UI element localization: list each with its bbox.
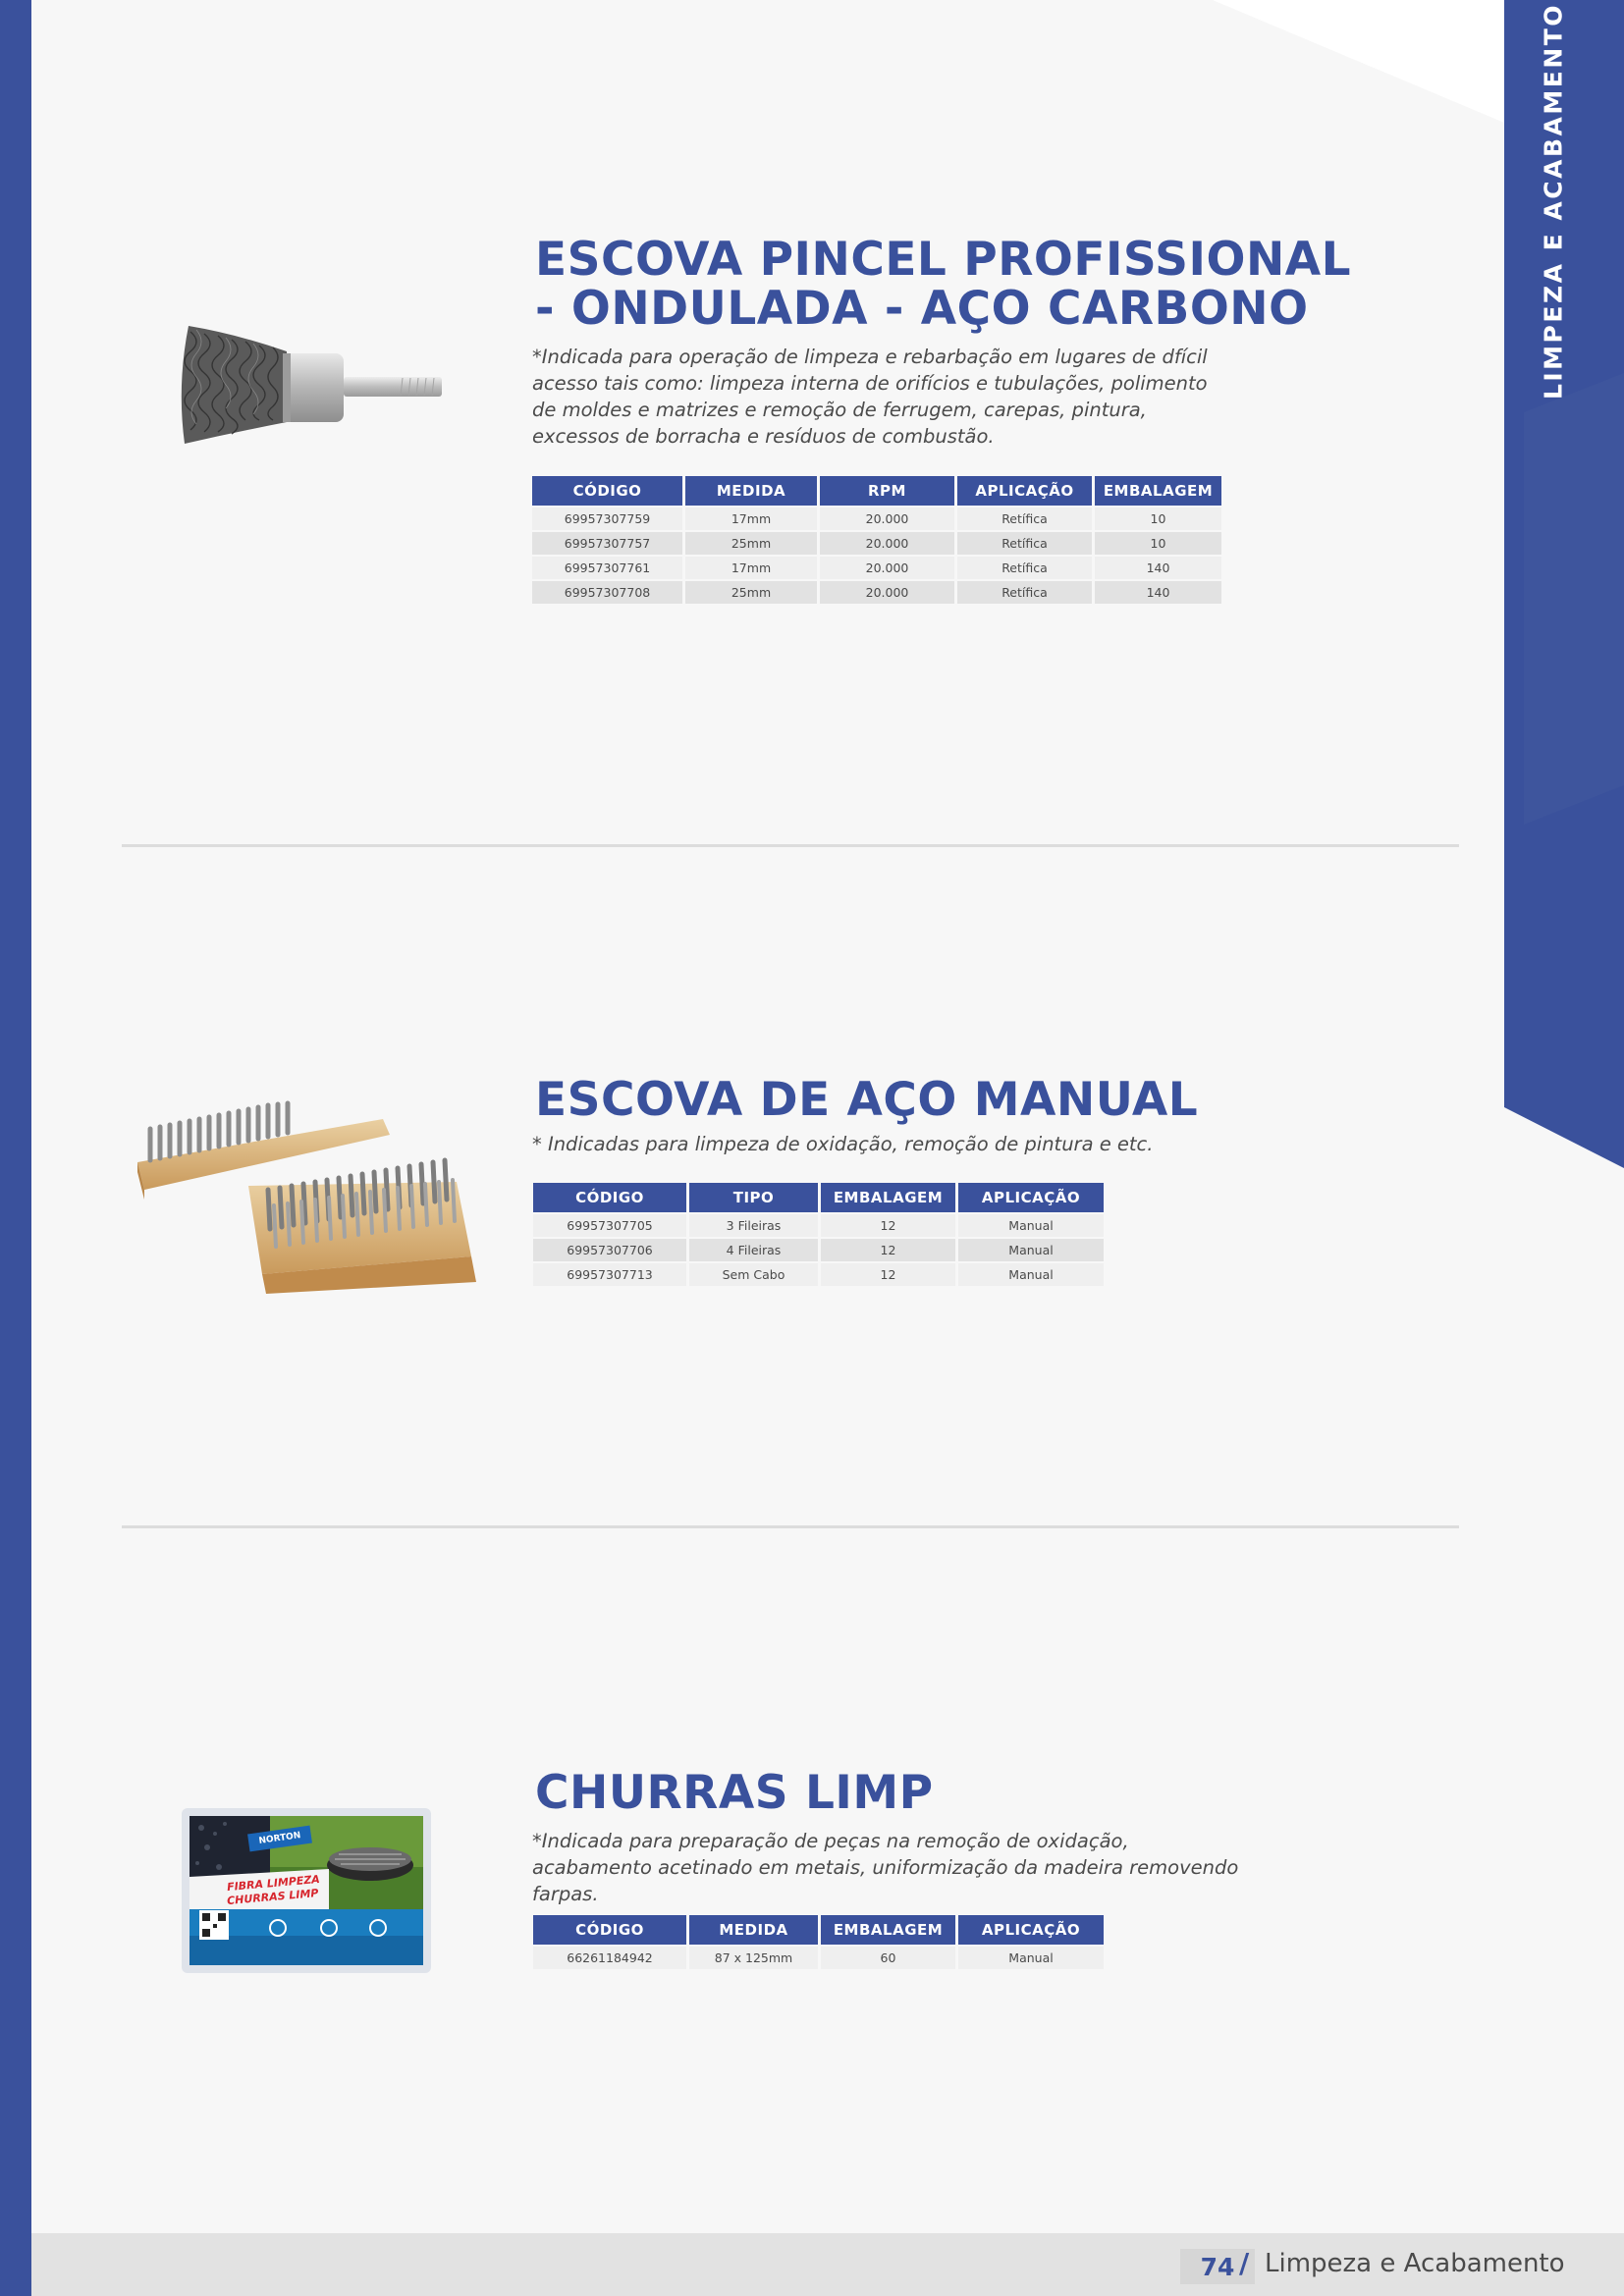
table-cell: Manual	[958, 1947, 1104, 1969]
table-row: 69957307706 4 Fileiras 12 Manual	[533, 1239, 1104, 1261]
table-cell: 3 Fileiras	[689, 1214, 818, 1237]
table-cell: Retífica	[957, 557, 1092, 579]
column-header: RPM	[820, 476, 954, 506]
table-cell: Manual	[958, 1239, 1104, 1261]
table-header-row: CÓDIGO MEDIDA RPM APLICAÇÃO EMBALAGEM	[532, 476, 1221, 506]
cleaning-pad-package-icon: NORTON FIBRA LIMPEZA CHURRAS LIMP	[182, 1808, 431, 1973]
table-cell: 25mm	[685, 581, 817, 604]
table-cell: 69957307761	[532, 557, 682, 579]
table-cell: Retífica	[957, 532, 1092, 555]
section-divider	[122, 844, 1459, 847]
table-row: 69957307761 17mm 20.000 Retífica 140	[532, 557, 1221, 579]
product-description: *Indicada para preparação de peças na re…	[532, 1830, 1239, 1905]
column-header: EMBALAGEM	[1095, 476, 1221, 506]
column-header: APLICAÇÃO	[957, 476, 1092, 506]
table-cell: 25mm	[685, 532, 817, 555]
table-cell: 20.000	[820, 532, 954, 555]
section-divider	[122, 1525, 1459, 1528]
table-row: 69957307705 3 Fileiras 12 Manual	[533, 1214, 1104, 1237]
table-cell: 17mm	[685, 507, 817, 530]
column-header: CÓDIGO	[532, 476, 682, 506]
page-separator: /	[1239, 2247, 1250, 2279]
table-cell: 20.000	[820, 557, 954, 579]
wire-end-brush-icon	[181, 326, 442, 444]
table-cell: 69957307759	[532, 507, 682, 530]
table-cell: 4 Fileiras	[689, 1239, 818, 1261]
table-cell: Retífica	[957, 507, 1092, 530]
table-cell: 140	[1095, 581, 1221, 604]
table-cell: 69957307708	[532, 581, 682, 604]
table-header-row: CÓDIGO TIPO EMBALAGEM APLICAÇÃO	[533, 1183, 1104, 1212]
table-cell: Manual	[958, 1214, 1104, 1237]
table-cell: 10	[1095, 532, 1221, 555]
column-header: MEDIDA	[689, 1915, 818, 1945]
table-cell: 69957307757	[532, 532, 682, 555]
table-cell: 66261184942	[533, 1947, 686, 1969]
table-cell: 87 x 125mm	[689, 1947, 818, 1969]
table-cell: 17mm	[685, 557, 817, 579]
product-title: CHURRAS LIMP	[535, 1766, 934, 1820]
table-cell: 12	[821, 1214, 955, 1237]
table-row: 69957307757 25mm 20.000 Retífica 10	[532, 532, 1221, 555]
product-title: ESCOVA DE AÇO MANUAL	[535, 1073, 1199, 1127]
table-row: 69957307759 17mm 20.000 Retífica 10	[532, 507, 1221, 530]
left-accent-bar	[0, 0, 31, 2296]
table-cell: 60	[821, 1947, 955, 1969]
product-spec-table: CÓDIGO MEDIDA EMBALAGEM APLICAÇÃO 662611…	[530, 1913, 1107, 1971]
table-cell: 69957307706	[533, 1239, 686, 1261]
product-spec-table: CÓDIGO TIPO EMBALAGEM APLICAÇÃO 69957307…	[530, 1181, 1107, 1288]
table-cell: Manual	[958, 1263, 1104, 1286]
table-cell: Retífica	[957, 581, 1092, 604]
section-side-label: LIMPEZA E ACABAMENTO	[1539, 2, 1568, 400]
table-cell: 10	[1095, 507, 1221, 530]
column-header: CÓDIGO	[533, 1915, 686, 1945]
product-description: * Indicadas para limpeza de oxidação, re…	[532, 1133, 1154, 1155]
column-header: EMBALAGEM	[821, 1915, 955, 1945]
table-row: 69957307708 25mm 20.000 Retífica 140	[532, 581, 1221, 604]
table-cell: 12	[821, 1239, 955, 1261]
table-cell: 140	[1095, 557, 1221, 579]
footer-section-title: Limpeza e Acabamento	[1265, 2249, 1565, 2278]
table-cell: 20.000	[820, 581, 954, 604]
table-cell: 69957307713	[533, 1263, 686, 1286]
top-white-wedge	[1213, 0, 1504, 123]
table-header-row: CÓDIGO MEDIDA EMBALAGEM APLICAÇÃO	[533, 1915, 1104, 1945]
table-cell: Sem Cabo	[689, 1263, 818, 1286]
column-header: APLICAÇÃO	[958, 1183, 1104, 1212]
table-cell: 20.000	[820, 507, 954, 530]
column-header: TIPO	[689, 1183, 818, 1212]
product-title: ESCOVA PINCEL PROFISSIONAL	[535, 233, 1352, 287]
column-header: APLICAÇÃO	[958, 1915, 1104, 1945]
product-title-line2: - ONDULADA - AÇO CARBONO	[535, 282, 1309, 336]
table-cell: 12	[821, 1263, 955, 1286]
column-header: CÓDIGO	[533, 1183, 686, 1212]
table-row: 69957307713 Sem Cabo 12 Manual	[533, 1263, 1104, 1286]
product-description: *Indicada para operação de limpeza e reb…	[532, 346, 1208, 448]
table-cell: 69957307705	[533, 1214, 686, 1237]
product-spec-table: CÓDIGO MEDIDA RPM APLICAÇÃO EMBALAGEM 69…	[529, 474, 1224, 606]
hand-wire-brush-icon	[137, 1100, 476, 1294]
column-header: EMBALAGEM	[821, 1183, 955, 1212]
table-row: 66261184942 87 x 125mm 60 Manual	[533, 1947, 1104, 1969]
column-header: MEDIDA	[685, 476, 817, 506]
